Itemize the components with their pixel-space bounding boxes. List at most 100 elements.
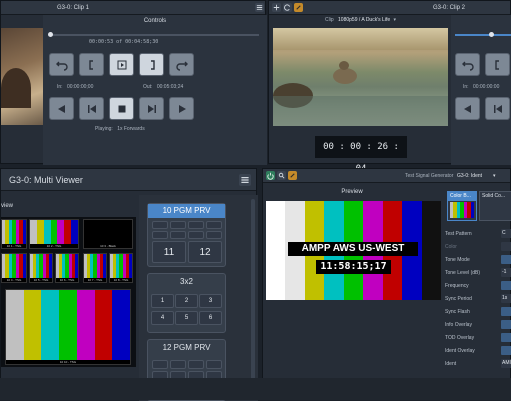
property-value[interactable] (501, 346, 511, 355)
thumb-color-bars (56, 254, 78, 278)
stop-button[interactable] (109, 97, 134, 120)
clip2-mark-in-button[interactable] (485, 53, 510, 76)
redo-button[interactable] (169, 53, 194, 76)
thumb-label: 10 1 - TSG (6, 244, 22, 248)
big-timecode: 00 : 00 : 26 : 04 (315, 136, 407, 174)
multiviewer-tile[interactable]: 10 7 - TSG (83, 253, 107, 283)
multiviewer-header: G3-0: Multi Viewer (1, 169, 256, 191)
layout-10-pgm-prv[interactable]: 10 PGM PRV 11 12 (147, 203, 226, 267)
scrub-bar[interactable] (48, 32, 259, 37)
mark-in-button[interactable] (79, 53, 104, 76)
clip-label: Clip (325, 17, 334, 23)
scrub-handle[interactable] (48, 32, 53, 37)
wrench-icon[interactable] (294, 3, 303, 12)
property-label: Frequency (445, 283, 469, 289)
add-icon[interactable] (272, 3, 281, 12)
multiviewer-panel: G3-0: Multi Viewer view 10 1 - TSG 10 2 -… (0, 168, 258, 401)
clip2-rewind-button[interactable] (455, 97, 480, 120)
cue-button[interactable] (109, 53, 134, 76)
play-icon (178, 104, 186, 113)
wrench-icon[interactable] (288, 171, 297, 180)
property-label: Color (445, 244, 457, 250)
clip1-title: G3-0: Clip 1 (57, 5, 90, 11)
multiviewer-tile[interactable]: 10 8 - TSG (109, 253, 133, 283)
clip2-scrub-handle[interactable] (489, 32, 494, 37)
in-value: 00:00:00;00 (66, 84, 94, 90)
pattern-tile-solid-color[interactable]: Solid Co... (479, 191, 511, 221)
property-value[interactable]: 1s (501, 294, 511, 303)
thumb-color-bars (2, 220, 26, 244)
step-back-icon (87, 104, 96, 113)
layout-small-cell (206, 221, 222, 229)
chevron-down-icon: ▾ (493, 173, 496, 179)
property-value[interactable] (501, 320, 511, 329)
refresh-icon[interactable] (283, 3, 292, 12)
property-value[interactable]: -1 (501, 268, 511, 277)
generator-select[interactable]: G3-0: Ident (457, 169, 482, 183)
layout-scrollbar[interactable] (251, 199, 255, 399)
property-value[interactable] (501, 242, 511, 251)
property-value[interactable] (501, 333, 511, 342)
power-icon[interactable] (266, 171, 275, 180)
clip2-in-point: In: 00:00:00:00 (463, 84, 499, 90)
multiviewer-tile[interactable]: 10 4 - TSG (1, 253, 27, 283)
multiviewer-tile[interactable]: 10 1 - TSG (1, 219, 27, 249)
return-button[interactable] (49, 53, 74, 76)
multiviewer-tile[interactable]: 10 3 - Black (83, 219, 133, 249)
layout-10-title: 10 PGM PRV (148, 204, 225, 218)
multiviewer-tile[interactable]: 10 5 - TSG (29, 253, 53, 283)
bracket-left-icon (494, 59, 499, 70)
out-label: Out: (143, 84, 153, 90)
layout-3x2-title: 3x2 (180, 277, 193, 286)
layout-small-cell (152, 221, 168, 229)
step-back-button[interactable] (79, 97, 104, 120)
property-value[interactable] (501, 281, 511, 290)
layout-3x2[interactable]: 3x2 1 2 3 4 5 6 (147, 273, 226, 333)
thumb-label: 10 4 - TSG (6, 278, 22, 282)
redo-icon (175, 61, 188, 71)
mark-out-button[interactable] (139, 53, 164, 76)
layout-small-cell (188, 221, 204, 229)
clip1-panel: G3-0: Clip 1 Controls 00:00:53 of 00:04:… (0, 0, 267, 165)
multiviewer-tile[interactable]: 10 6 - TSG (55, 253, 79, 283)
menu-icon[interactable] (255, 3, 264, 12)
stop-icon (118, 105, 125, 112)
menu-icon[interactable] (239, 174, 251, 186)
clip2-in-label: In: (463, 84, 469, 90)
property-value[interactable] (501, 307, 511, 316)
color-bar (266, 201, 286, 300)
step-forward-button[interactable] (139, 97, 164, 120)
tile-color-bars (450, 202, 474, 218)
clip2-panel: G3-0: Clip 2 Clip 1080p59 / A Duck's Lif… (268, 0, 511, 174)
search-icon[interactable] (277, 171, 286, 180)
layout-3x2-cell-2: 2 (175, 294, 198, 308)
tsg-panel: Test Signal Generator G3-0: Ident ▾ Prev… (262, 168, 511, 400)
clip2-scrub-bar[interactable] (455, 32, 511, 37)
thumb-color-bars (2, 254, 26, 278)
rewind-button[interactable] (49, 97, 74, 120)
step-forward-icon (147, 104, 156, 113)
fast-forward-button[interactable] (169, 97, 194, 120)
clip2-video (273, 28, 448, 126)
property-label: Ident (445, 361, 457, 367)
property-label: Test Pattern (445, 231, 472, 237)
clip2-step-back-button[interactable] (485, 97, 510, 120)
multiviewer-tile[interactable]: 10 2 - TSG (29, 219, 79, 249)
multiviewer-title: G3-0: Multi Viewer (9, 175, 83, 185)
layout-cell-12: 12 (188, 241, 222, 263)
clip-select[interactable]: Clip 1080p59 / A Duck's Life ▾ (325, 17, 396, 23)
property-value[interactable] (501, 255, 511, 264)
tile1-label: Color B... (448, 192, 476, 201)
layout-small-cell (206, 360, 222, 369)
multiviewer-tile[interactable]: 10 10 - TSG (5, 289, 131, 365)
step-back-icon (493, 104, 502, 113)
layout-3x2-cell-3: 3 (199, 294, 222, 308)
clip2-controls: In: 00:00:00:00 (451, 15, 511, 165)
property-value[interactable]: AMI (501, 359, 511, 368)
pattern-tile-color-bars[interactable]: Color B... (447, 191, 477, 221)
clip2-return-button[interactable] (455, 53, 480, 76)
layout-small-cell (170, 231, 186, 239)
preview-label: view (1, 203, 14, 209)
playing-label: Playing: (95, 126, 113, 132)
property-value[interactable]: C (501, 229, 511, 238)
